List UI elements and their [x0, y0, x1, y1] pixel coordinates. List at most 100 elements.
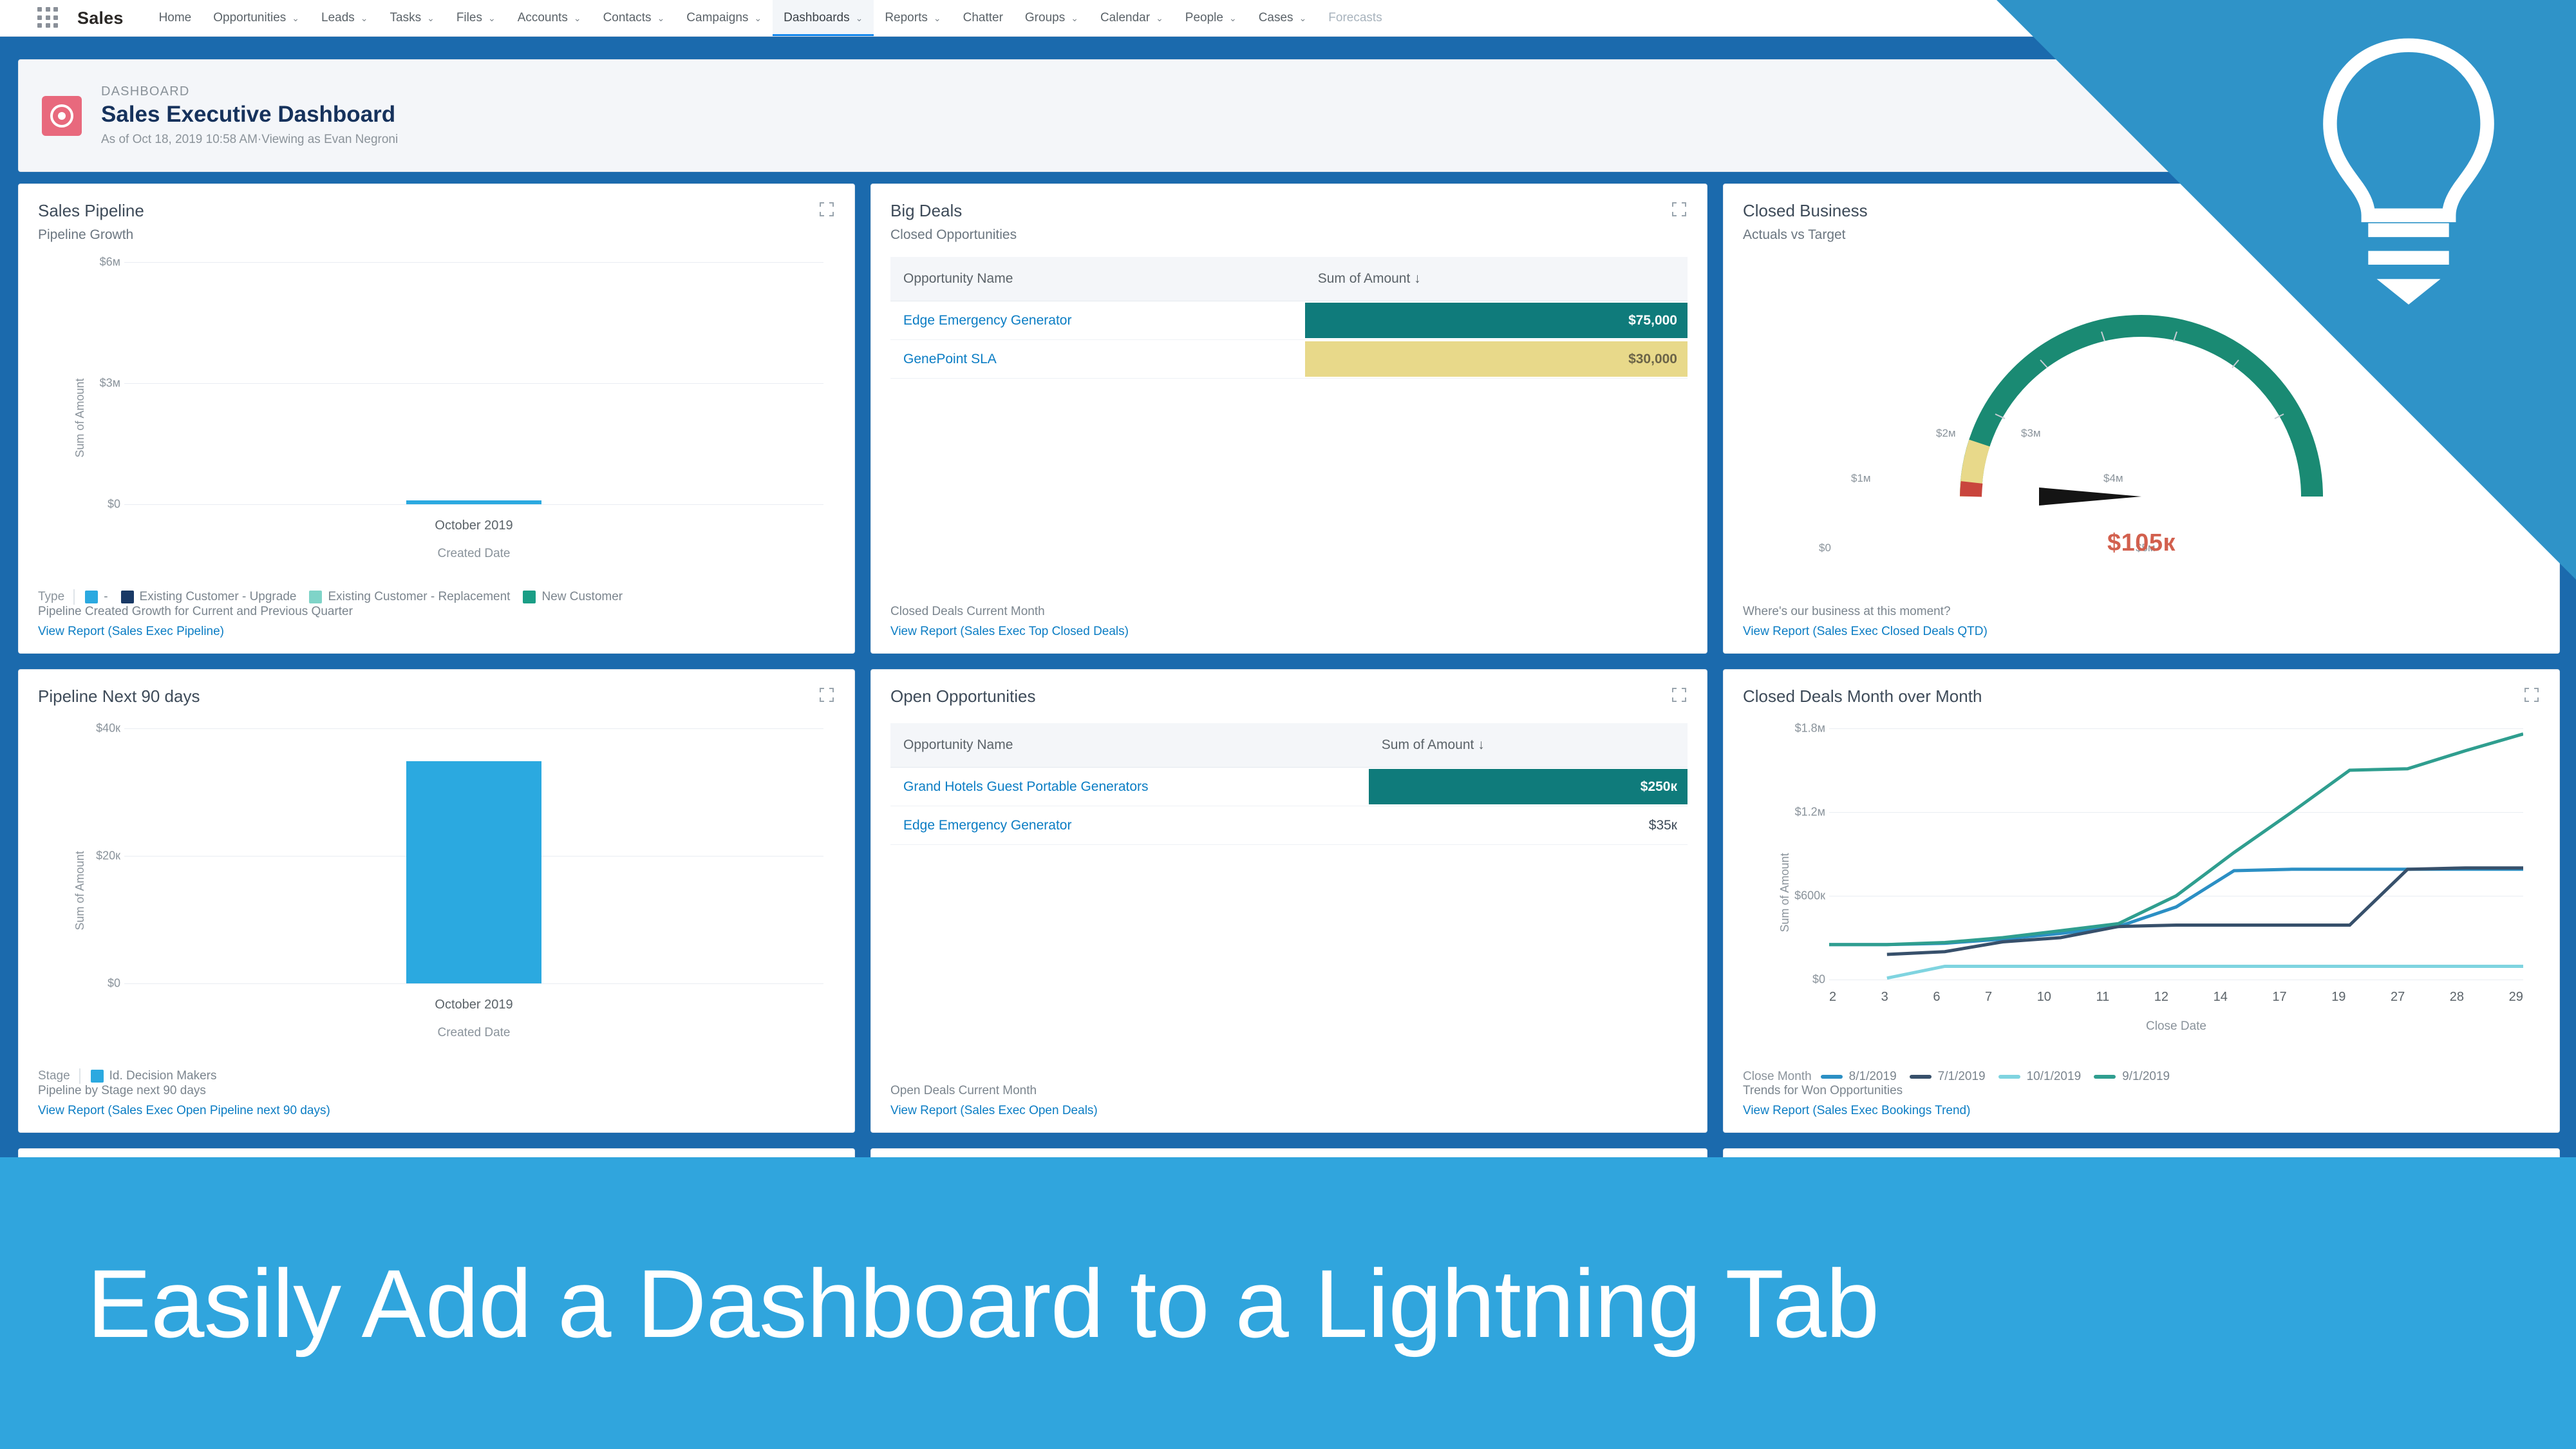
- breadcrumb: DASHBOARD: [101, 84, 190, 99]
- view-report-link[interactable]: View Report (Sales Exec Top Closed Deals…: [890, 625, 1688, 639]
- gauge-tick: $4м: [2103, 472, 2123, 484]
- opportunity-name-cell[interactable]: GenePoint SLA: [890, 339, 1305, 379]
- table-header-row: Opportunity Name Sum of Amount ↓: [890, 723, 1688, 768]
- view-report-link[interactable]: View Report (Sales Exec Pipeline): [38, 625, 835, 639]
- widget-pipeline-next-90-days[interactable]: Pipeline Next 90 days Sum of Amount $40к…: [18, 669, 855, 1133]
- view-report-link[interactable]: View Report (Sales Exec Bookings Trend): [1743, 1104, 2540, 1118]
- opportunity-name-cell[interactable]: Grand Hotels Guest Portable Generators: [890, 767, 1369, 806]
- chevron-down-icon[interactable]: ⌄: [361, 13, 368, 24]
- legend-swatch: [309, 591, 323, 603]
- chevron-down-icon[interactable]: ⌄: [427, 13, 435, 24]
- legend-item[interactable]: Id. Decision Makers: [90, 1069, 217, 1083]
- y-tick: $1.2м: [1794, 805, 1825, 819]
- chevron-down-icon[interactable]: ⌄: [754, 13, 762, 24]
- page-title: Sales Executive Dashboard: [101, 102, 396, 127]
- widget-big-deals[interactable]: Big Deals Closed Opportunities Opportuni…: [870, 184, 1707, 654]
- expand-icon[interactable]: [2523, 201, 2540, 218]
- legend-item[interactable]: Existing Customer - Replacement: [309, 590, 510, 604]
- chevron-down-icon[interactable]: ⌄: [1229, 13, 1237, 24]
- plot-area: $6м $3м $0 October 2019 Created Date: [84, 256, 823, 560]
- expand-icon[interactable]: [1671, 201, 1688, 218]
- table-row[interactable]: GenePoint SLA $30,000: [890, 339, 1688, 379]
- bar[interactable]: [406, 761, 541, 983]
- chevron-down-icon[interactable]: ⌄: [292, 13, 299, 24]
- expand-icon[interactable]: [818, 201, 835, 218]
- legend-item[interactable]: 8/1/2019: [1820, 1070, 1897, 1084]
- y-tick: $3м: [99, 376, 120, 390]
- legend-item[interactable]: Existing Customer - Upgrade: [120, 590, 296, 604]
- column-header-opportunity-name[interactable]: Opportunity Name: [890, 723, 1369, 768]
- expand-icon[interactable]: [1671, 687, 1688, 703]
- plot-area: $1.8м $1.2м $600к $0 2 3 6 7 10 11 12 14 17 19 27 2…: [1792, 722, 2523, 1033]
- nav-item-tasks[interactable]: Tasks ⌄: [379, 0, 446, 36]
- chevron-down-icon[interactable]: ⌄: [657, 13, 665, 24]
- legend-item[interactable]: -: [85, 590, 108, 604]
- legend-title: Type: [38, 590, 65, 603]
- chevron-down-icon[interactable]: ⌄: [488, 13, 496, 24]
- widget-sales-pipeline[interactable]: Sales Pipeline Pipeline Growth Sum of Am…: [18, 184, 855, 654]
- view-report-link[interactable]: View Report (Sales Exec Open Pipeline ne…: [38, 1104, 835, 1118]
- nav-item-forecasts[interactable]: Forecasts: [1317, 0, 1393, 36]
- nav-item-accounts[interactable]: Accounts ⌄: [507, 0, 592, 36]
- legend-item[interactable]: 7/1/2019: [1909, 1070, 1986, 1084]
- column-header-sum-of-amount[interactable]: Sum of Amount ↓: [1368, 723, 1688, 768]
- gauge-tick: $1м: [1851, 472, 1871, 484]
- amount-bar: $75,000: [1304, 303, 1688, 338]
- nav-item-groups[interactable]: Groups ⌄: [1014, 0, 1089, 36]
- legend-label: -: [104, 590, 108, 603]
- nav-item-label: Leads: [321, 11, 355, 24]
- dashboard-timestamp: As of Oct 18, 2019 10:58 AM·Viewing as E…: [101, 133, 399, 146]
- y-tick: $20к: [96, 849, 120, 862]
- nav-item-files[interactable]: Files ⌄: [446, 0, 507, 36]
- expand-icon[interactable]: [2523, 687, 2540, 703]
- bar-group: [124, 262, 823, 504]
- view-report-link[interactable]: View Report (Sales Exec Open Deals): [890, 1104, 1688, 1118]
- dashboard-row: Sales Pipeline Pipeline Growth Sum of Am…: [18, 184, 2560, 654]
- nav-item-label: Opportunities: [213, 11, 287, 24]
- legend-swatch: [1820, 1075, 1843, 1079]
- app-name-label[interactable]: Sales: [77, 8, 124, 28]
- nav-item-label: Dashboards: [784, 11, 850, 24]
- table-row[interactable]: Edge Emergency Generator $75,000: [890, 301, 1688, 340]
- y-tick: $40к: [96, 721, 120, 735]
- chevron-down-icon[interactable]: ⌄: [574, 13, 581, 24]
- nav-item-reports[interactable]: Reports ⌄: [874, 0, 952, 36]
- table-row[interactable]: Grand Hotels Guest Portable Generators $…: [890, 767, 1688, 806]
- legend-item[interactable]: 10/1/2019: [1998, 1070, 2081, 1084]
- column-header-sum-of-amount[interactable]: Sum of Amount ↓: [1304, 257, 1688, 301]
- table-header-row: Opportunity Name Sum of Amount ↓: [890, 257, 1688, 301]
- nav-item-cases[interactable]: Cases ⌄: [1248, 0, 1318, 36]
- app-launcher-icon[interactable]: [33, 3, 63, 33]
- y-axis-label: Sum of Amount: [1778, 853, 1792, 933]
- opportunity-name-cell[interactable]: Edge Emergency Generator: [890, 806, 1369, 845]
- widget-footnote: Trends for Won Opportunities: [1743, 1084, 1903, 1097]
- widget-open-opportunities[interactable]: Open Opportunities Opportunity Name Sum …: [870, 669, 1707, 1133]
- nav-item-contacts[interactable]: Contacts ⌄: [592, 0, 676, 36]
- expand-icon[interactable]: [818, 687, 835, 703]
- widget-closed-deals-mom[interactable]: Closed Deals Month over Month Sum of Amo…: [1723, 669, 2560, 1133]
- pencil-icon[interactable]: ✎: [2545, 10, 2557, 26]
- nav-item-people[interactable]: People ⌄: [1174, 0, 1248, 36]
- chevron-down-icon[interactable]: ⌄: [856, 13, 863, 24]
- chevron-down-icon[interactable]: ⌄: [1156, 13, 1163, 24]
- column-header-opportunity-name[interactable]: Opportunity Name: [890, 257, 1305, 301]
- nav-item-campaigns[interactable]: Campaigns ⌄: [675, 0, 773, 36]
- table-row[interactable]: Edge Emergency Generator $35к: [890, 806, 1688, 845]
- chevron-down-icon[interactable]: ⌄: [1071, 13, 1078, 24]
- view-report-link[interactable]: View Report (Sales Exec Closed Deals QTD…: [1743, 625, 2540, 639]
- nav-item-opportunities[interactable]: Opportunities ⌄: [202, 0, 310, 36]
- nav-item-home[interactable]: Home: [148, 0, 203, 36]
- chevron-down-icon[interactable]: ⌄: [934, 13, 941, 24]
- line-series: [1829, 869, 2523, 945]
- chevron-down-icon[interactable]: ⌄: [1299, 13, 1307, 24]
- y-tick: $0: [107, 976, 120, 990]
- gauge-tick: $3м: [2021, 427, 2041, 439]
- nav-item-dashboards[interactable]: Dashboards ⌄: [773, 0, 874, 36]
- nav-item-chatter[interactable]: Chatter: [952, 0, 1014, 36]
- opportunity-name-cell[interactable]: Edge Emergency Generator: [890, 301, 1305, 340]
- nav-item-leads[interactable]: Leads ⌄: [310, 0, 379, 36]
- nav-item-calendar[interactable]: Calendar ⌄: [1089, 0, 1174, 36]
- legend-item[interactable]: New Customer: [523, 590, 623, 604]
- legend-item[interactable]: 9/1/2019: [2094, 1070, 2170, 1084]
- legend-label: 8/1/2019: [1848, 1070, 1897, 1083]
